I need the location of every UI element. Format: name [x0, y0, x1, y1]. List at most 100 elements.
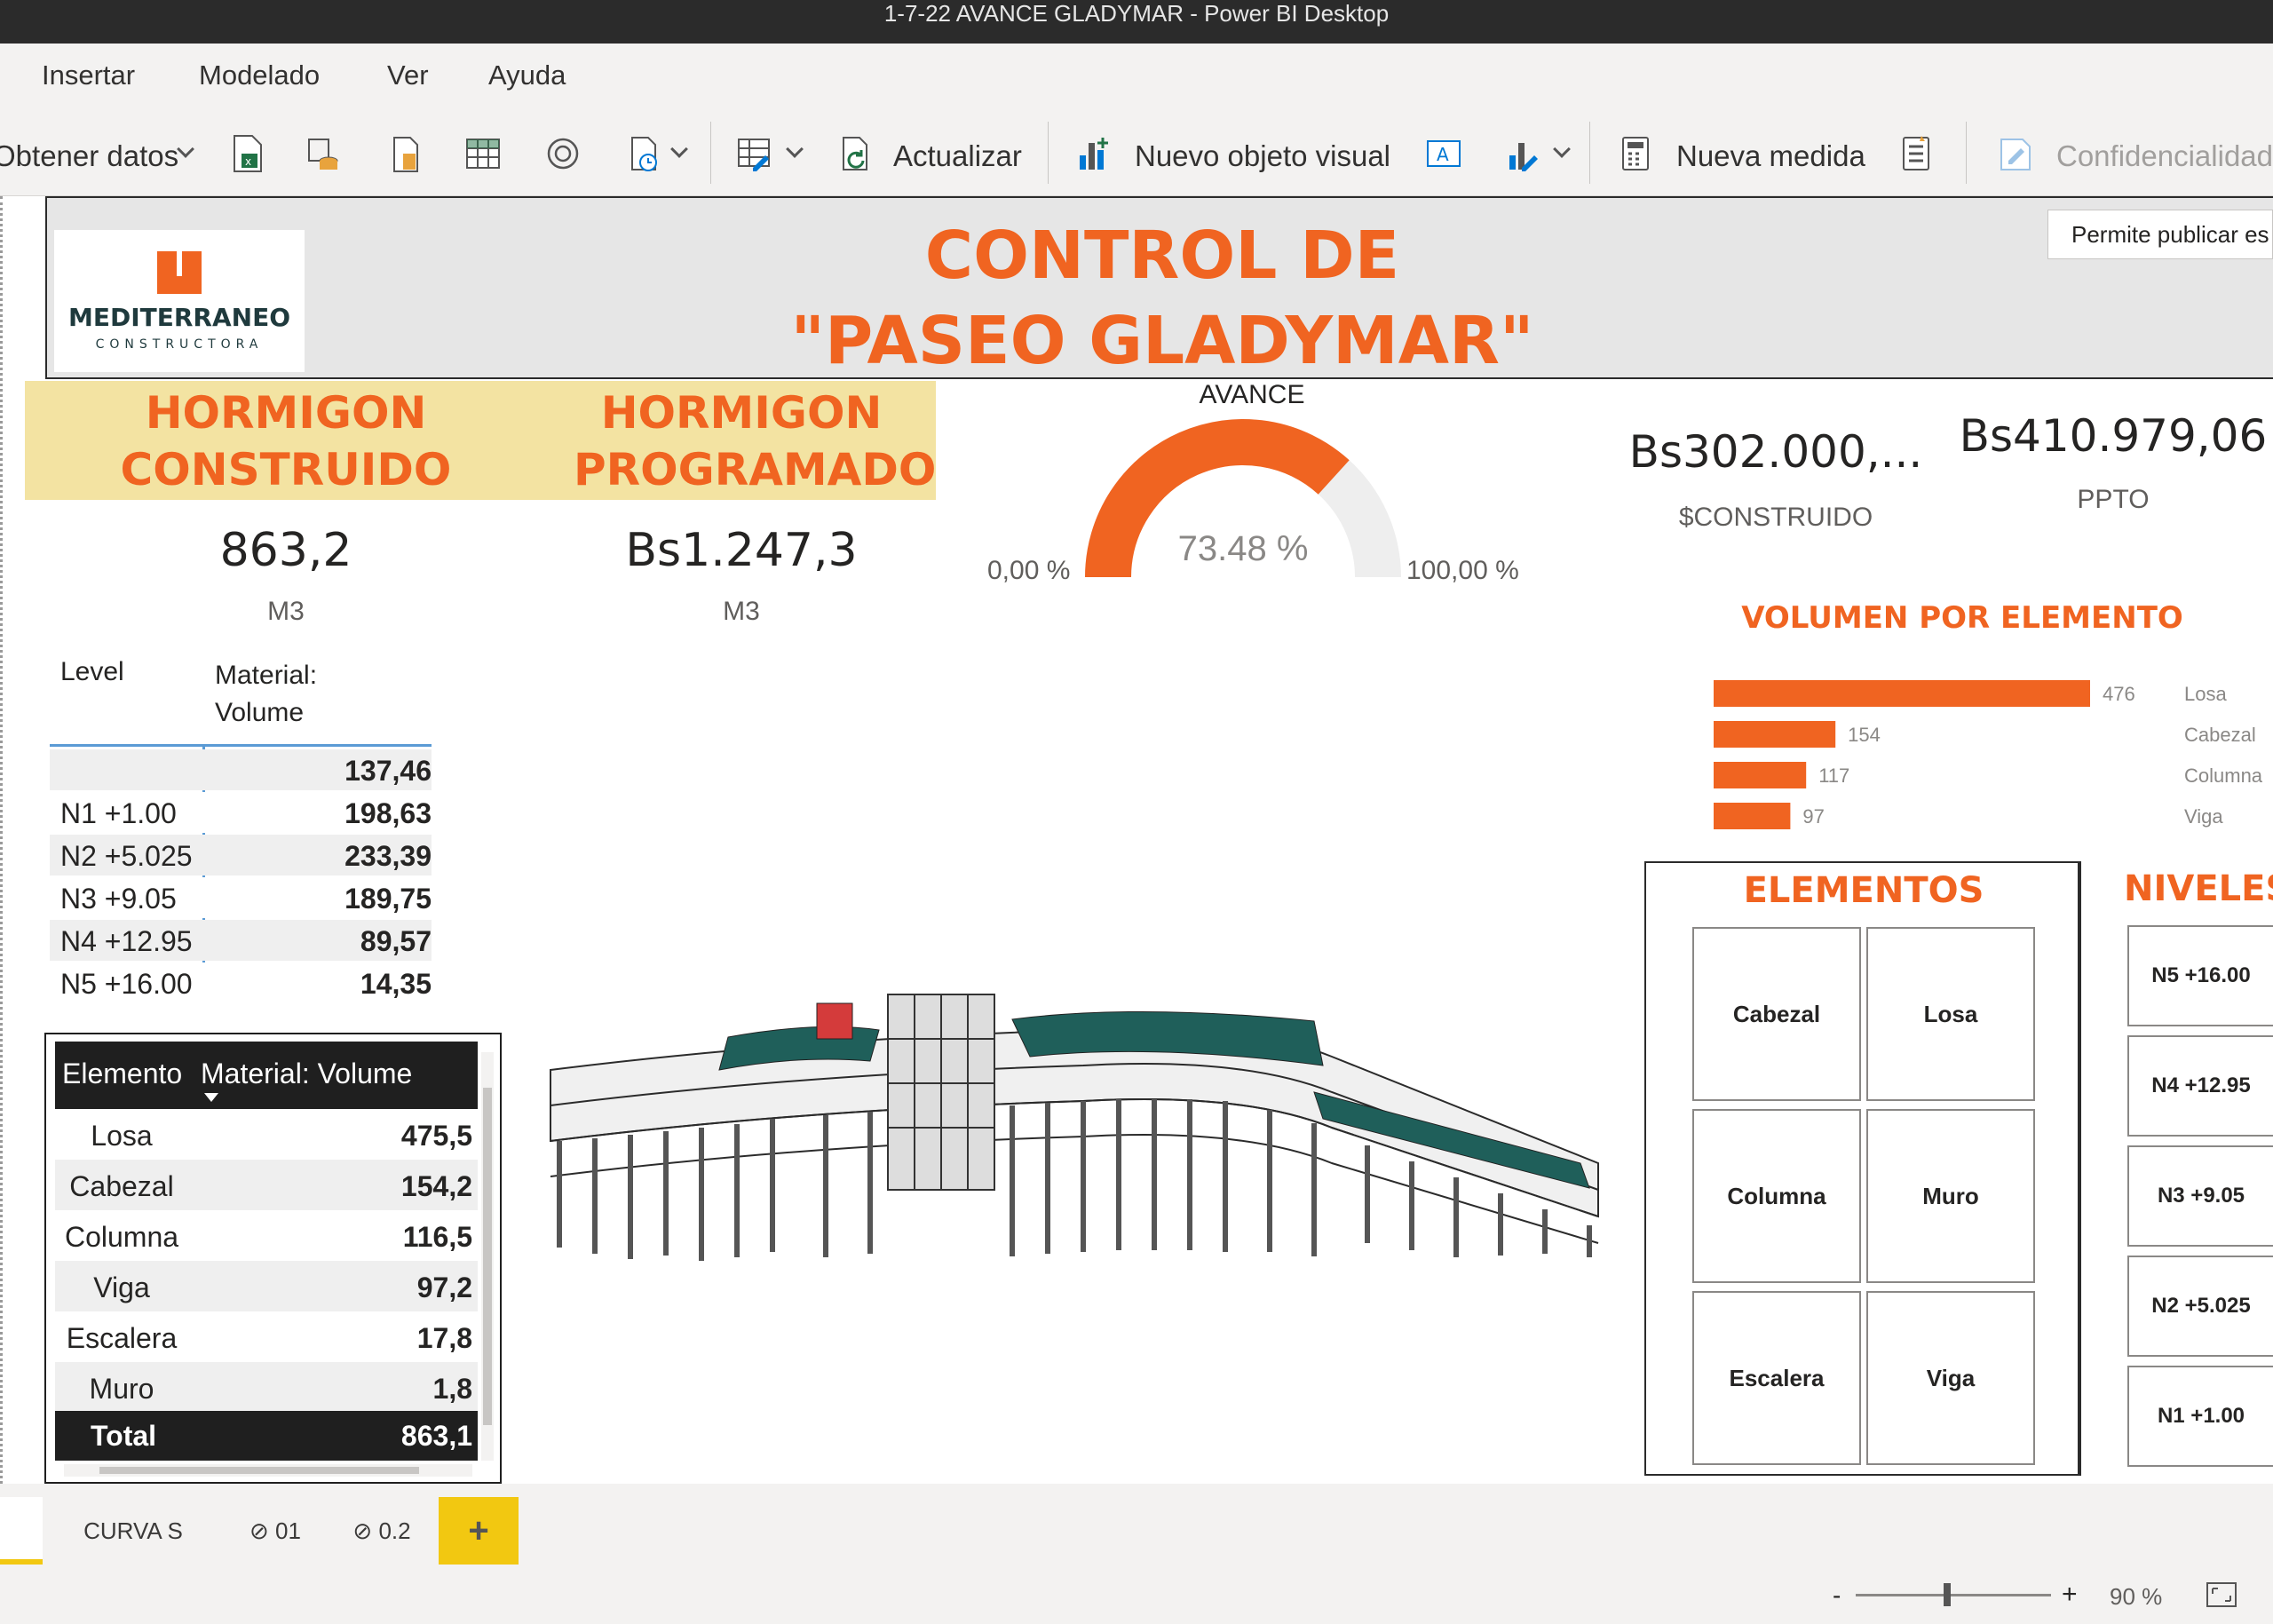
refresh-button[interactable]: Actualizar	[893, 139, 1022, 173]
kpi-programmed-unit: M3	[723, 597, 760, 626]
slicer-item-level[interactable]: N4 +12.95	[2127, 1035, 2273, 1137]
sql-icon[interactable]	[305, 134, 341, 173]
element-volume-col-header[interactable]: Material: Volume	[201, 1058, 412, 1090]
volume-cell: 137,46	[345, 755, 432, 787]
tab-02-label: 0.2	[378, 1517, 411, 1544]
slicer-item-level[interactable]: N3 +9.05	[2127, 1145, 2273, 1247]
building-3d-model	[550, 994, 1599, 1261]
slicer-item-escalera[interactable]: Escalera	[1692, 1291, 1861, 1465]
chevron-down-icon[interactable]	[670, 140, 688, 158]
chevron-down-icon[interactable]	[177, 140, 194, 158]
text-box-icon[interactable]: A	[1426, 134, 1461, 173]
element-cell: Columna	[64, 1221, 179, 1253]
volume-col-header[interactable]: Material: Volume	[215, 657, 348, 732]
table-row[interactable]: Viga 97,2	[55, 1261, 478, 1311]
volume-cell: 89,57	[360, 925, 432, 957]
slicer-item-level[interactable]: N5 +16.00	[2127, 925, 2273, 1026]
company-logo: MEDITERRANEO CONSTRUCTORA	[54, 230, 305, 372]
bar-columna[interactable]	[1714, 762, 1807, 788]
volume-cell: 475,5	[400, 1120, 472, 1152]
table-row[interactable]: N4 +12.95 89,57	[50, 920, 432, 961]
kpi-programmed-title: HORMIGON PROGRAMADO	[574, 387, 937, 495]
tab-02[interactable]: ⊘ 0.2	[330, 1497, 433, 1565]
slicer-item-columna[interactable]: Columna	[1692, 1109, 1861, 1283]
ribbon-separator	[1048, 122, 1049, 184]
new-visual-icon[interactable]	[1076, 134, 1112, 173]
category-label: Cabezal	[2184, 724, 2256, 746]
table-row[interactable]: N3 +9.05 189,75	[50, 877, 432, 918]
more-visuals-icon[interactable]	[1506, 134, 1541, 173]
zoom-slider-thumb[interactable]	[1944, 1583, 1951, 1606]
zoom-out-button[interactable]: -	[1833, 1581, 1841, 1610]
table-row[interactable]: N5 +16.00 14,35	[50, 963, 432, 1003]
bar-cabezal[interactable]	[1714, 721, 1836, 748]
table-row[interactable]: N2 +5.025 233,39	[50, 835, 432, 875]
volume-cell: 233,39	[345, 840, 432, 872]
sensitivity-button: Confidencialidad	[2056, 139, 2273, 172]
chevron-down-icon[interactable]	[1553, 140, 1571, 158]
logo-sub: CONSTRUCTORA	[96, 337, 264, 352]
volume-cell: 1,8	[432, 1373, 472, 1405]
new-measure-icon[interactable]	[1618, 134, 1653, 173]
table-row[interactable]: Columna 116,5	[55, 1210, 478, 1261]
bar-viga[interactable]	[1714, 803, 1791, 829]
element-col-header[interactable]: Elemento	[62, 1058, 182, 1090]
gauge-value: 73.48 %	[1177, 529, 1309, 568]
excel-icon[interactable]: x	[229, 134, 265, 173]
menu-ver[interactable]: Ver	[387, 59, 429, 91]
volume-cell: 14,35	[360, 968, 432, 1000]
recent-sources-icon[interactable]	[627, 134, 662, 173]
menu-modelado[interactable]: Modelado	[199, 59, 320, 91]
menu-insertar[interactable]: Insertar	[42, 59, 135, 91]
element-table-total-row: Total 863,1	[55, 1411, 478, 1461]
level-col-header[interactable]: Level	[60, 657, 124, 687]
slicer-item-muro[interactable]: Muro	[1866, 1109, 2035, 1283]
zoom-in-button[interactable]: +	[2062, 1580, 2078, 1610]
slicer-item-level[interactable]: N1 +1.00	[2127, 1366, 2273, 1467]
publish-tooltip: Permite publicar es	[2047, 210, 2273, 259]
report-header: CONTROL DE "PASEO GLADYMAR"	[45, 196, 2273, 379]
slicer-item-cabezal[interactable]: Cabezal	[1692, 927, 1861, 1101]
hidden-page-icon: ⊘	[249, 1517, 269, 1544]
table-row[interactable]: Losa 475,5	[55, 1109, 478, 1160]
tab-curva-s[interactable]: CURVA S	[46, 1497, 220, 1565]
scrollbar-thumb[interactable]	[483, 1088, 492, 1425]
table-row[interactable]: N1 +1.00 198,63	[50, 792, 432, 833]
bar-losa[interactable]	[1714, 680, 2090, 707]
slicer-item-level[interactable]: N2 +5.025	[2127, 1256, 2273, 1357]
scrollbar-thumb[interactable]	[99, 1467, 419, 1474]
dataverse-icon[interactable]	[545, 134, 581, 173]
sort-desc-icon[interactable]	[202, 1091, 220, 1104]
zoom-slider[interactable]	[1856, 1594, 2051, 1596]
category-label: Columna	[2184, 764, 2263, 787]
kpi-built-title: HORMIGON CONSTRUIDO	[120, 387, 452, 495]
new-visual-button[interactable]: Nuevo objeto visual	[1135, 139, 1390, 173]
table-icon[interactable]	[465, 134, 501, 173]
vertical-scrollbar[interactable]	[481, 1052, 494, 1461]
volume-cell: 97,2	[416, 1271, 472, 1303]
new-measure-button[interactable]: Nueva medida	[1676, 139, 1865, 173]
menu-ayuda[interactable]: Ayuda	[488, 59, 566, 91]
transform-data-icon[interactable]	[737, 134, 772, 173]
data-label: 117	[1818, 764, 1849, 787]
refresh-icon[interactable]	[838, 134, 874, 173]
slicer-item-viga[interactable]: Viga	[1866, 1291, 2035, 1465]
table-row[interactable]: 137,46	[50, 749, 432, 790]
tab-01[interactable]: ⊘ 01	[224, 1497, 327, 1565]
get-data-button[interactable]: Obtener datos	[0, 139, 178, 173]
tab-current[interactable]	[0, 1497, 43, 1565]
paste-icon[interactable]	[387, 134, 423, 173]
slicer-item-losa[interactable]: Losa	[1866, 927, 2035, 1101]
table-row[interactable]: Escalera 17,8	[55, 1311, 478, 1362]
quick-measure-icon[interactable]	[1898, 134, 1934, 173]
fit-to-page-icon[interactable]	[2206, 1581, 2237, 1608]
table-divider	[50, 744, 432, 747]
chevron-down-icon[interactable]	[786, 140, 804, 158]
report-title-line1: CONTROL DE	[924, 218, 1400, 294]
horizontal-scrollbar[interactable]	[64, 1464, 472, 1477]
level-cell: N1 +1.00	[60, 797, 177, 829]
kpi-built-value: 863,2	[219, 524, 352, 577]
add-page-button[interactable]: +	[439, 1497, 519, 1565]
table-row[interactable]: Muro 1,8	[55, 1362, 478, 1413]
table-row[interactable]: Cabezal 154,2	[55, 1160, 478, 1210]
